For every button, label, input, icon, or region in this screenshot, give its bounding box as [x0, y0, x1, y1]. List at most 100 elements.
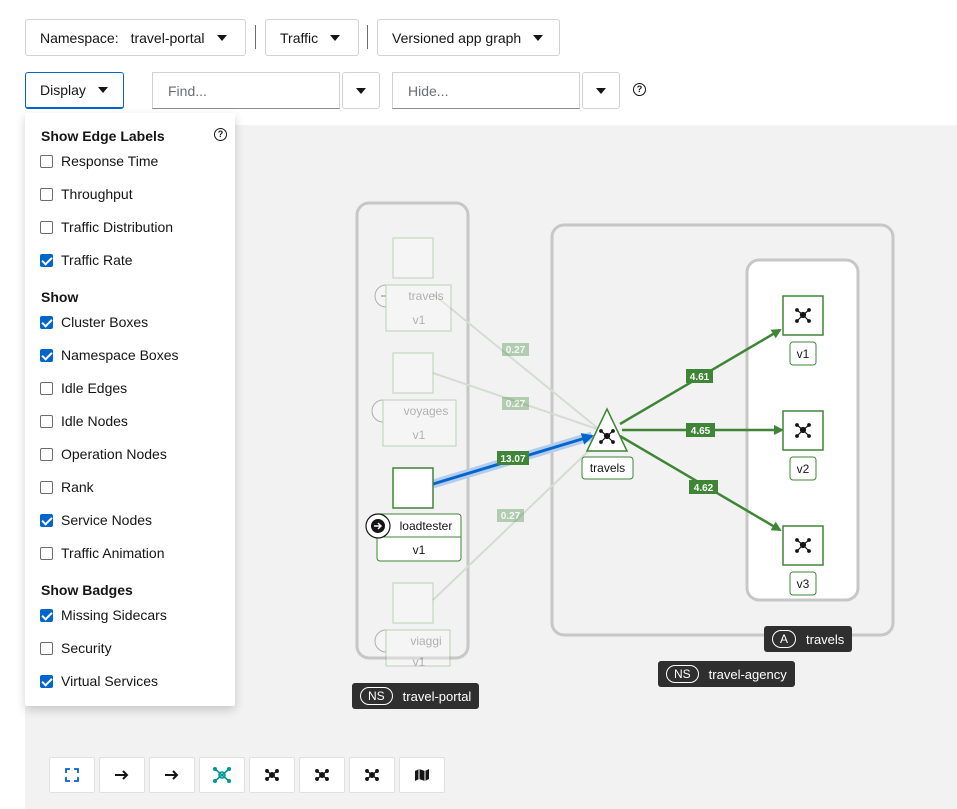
menu-item-label: Rank: [61, 479, 94, 495]
menu-item-namespace-boxes[interactable]: Namespace Boxes: [40, 347, 179, 363]
hide-dropdown-toggle[interactable]: [582, 72, 620, 109]
help-icon[interactable]: ?: [633, 83, 646, 96]
graph-type-dropdown[interactable]: Versioned app graph: [377, 19, 560, 56]
topology-icon: [315, 769, 329, 781]
checkbox[interactable]: [40, 513, 53, 527]
layout-3-button[interactable]: [249, 757, 295, 793]
menu-item-idle-nodes[interactable]: Idle Nodes: [40, 413, 128, 429]
checkbox[interactable]: [40, 608, 53, 622]
svg-text:v1: v1: [413, 313, 426, 327]
checkbox[interactable]: [40, 641, 53, 655]
checkbox[interactable]: [40, 480, 53, 494]
checkbox[interactable]: [40, 315, 53, 329]
svg-text:v1: v1: [413, 543, 426, 557]
checkbox[interactable]: [40, 220, 53, 234]
help-icon[interactable]: ?: [214, 128, 227, 141]
topology-icon: [265, 769, 279, 781]
traffic-label: Traffic: [280, 29, 319, 46]
edge-label-to-v1: 4.61: [686, 369, 713, 383]
checkbox[interactable]: [40, 348, 53, 362]
menu-item-response-time[interactable]: Response Time: [40, 153, 158, 169]
menu-item-label: Traffic Animation: [61, 545, 165, 561]
checkbox[interactable]: [40, 414, 53, 428]
display-label: Display: [40, 82, 86, 98]
namespace-box-label-travel-agency: NS travel-agency: [658, 661, 795, 687]
caret-down-icon: [356, 87, 366, 94]
edge-label-travels-dim: 0.27: [502, 343, 529, 356]
menu-item-cluster-boxes[interactable]: Cluster Boxes: [40, 314, 148, 330]
checkbox[interactable]: [40, 187, 53, 201]
svg-text:voyages: voyages: [404, 404, 449, 418]
menu-item-traffic-rate[interactable]: Traffic Rate: [40, 252, 133, 268]
menu-item-label: Traffic Distribution: [61, 219, 174, 235]
menu-item-missing-sidecars[interactable]: Missing Sidecars: [40, 607, 167, 623]
menu-item-label: Throughput: [61, 186, 133, 202]
graph-type-label: Versioned app graph: [392, 29, 522, 46]
caret-down-icon: [216, 34, 227, 41]
menu-item-idle-edges[interactable]: Idle Edges: [40, 380, 127, 396]
namespace-box-name: travel-portal: [402, 688, 472, 704]
namespace-box-label-travel-portal: NS travel-portal: [352, 683, 480, 709]
svg-text:0.27: 0.27: [506, 345, 526, 356]
layout-1-button[interactable]: [149, 757, 195, 793]
checkbox[interactable]: [40, 674, 53, 688]
fit-to-screen-button[interactable]: [49, 757, 95, 793]
edge-label-viaggi: 0.27: [497, 509, 524, 522]
menu-item-label: Idle Edges: [61, 380, 128, 396]
menu-item-traffic-distribution[interactable]: Traffic Distribution: [40, 219, 173, 235]
svg-text:loadtester: loadtester: [400, 519, 453, 533]
menu-item-label: Missing Sidecars: [61, 607, 167, 623]
display-dropdown[interactable]: Display: [25, 72, 124, 109]
menu-item-label: Security: [61, 640, 112, 656]
menu-item-virtual-services[interactable]: Virtual Services: [40, 673, 158, 689]
svg-text:v1: v1: [413, 655, 426, 669]
checkbox[interactable]: [40, 546, 53, 560]
divider: [367, 25, 368, 49]
svg-text:v1: v1: [413, 428, 426, 442]
svg-text:4.61: 4.61: [690, 372, 710, 383]
divider: [255, 25, 256, 49]
menu-item-traffic-animation[interactable]: Traffic Animation: [40, 545, 165, 561]
checkbox[interactable]: [40, 154, 53, 168]
namespace-badge: NS: [666, 665, 699, 683]
topology-icon: [213, 767, 231, 783]
svg-text:13.07: 13.07: [500, 454, 525, 465]
edge-label-to-v3: 4.62: [689, 480, 718, 494]
namespace-label: Namespace:: [40, 29, 119, 46]
layout-default-button[interactable]: [99, 757, 145, 793]
menu-item-label: Idle Nodes: [61, 413, 128, 429]
layout-4-button[interactable]: [299, 757, 345, 793]
menu-item-label: Traffic Rate: [61, 252, 133, 268]
namespace-badge: NS: [360, 687, 393, 705]
namespace-value: travel-portal: [130, 29, 205, 46]
arrow-right-icon: [165, 770, 179, 780]
svg-text:0.27: 0.27: [506, 399, 526, 410]
svg-text:v2: v2: [797, 462, 810, 476]
menu-item-throughput[interactable]: Throughput: [40, 186, 133, 202]
layout-5-button[interactable]: [349, 757, 395, 793]
namespace-dropdown[interactable]: Namespace: travel-portal: [25, 19, 246, 56]
find-dropdown-toggle[interactable]: [342, 72, 380, 109]
checkbox[interactable]: [40, 381, 53, 395]
menu-group-title: Show: [41, 289, 79, 305]
menu-item-rank[interactable]: Rank: [40, 479, 94, 495]
expand-icon: [65, 768, 79, 782]
menu-item-operation-nodes[interactable]: Operation Nodes: [40, 446, 167, 462]
checkbox[interactable]: [40, 253, 53, 267]
checkbox[interactable]: [40, 447, 53, 461]
display-menu: Show Edge Labels? Response Time Throughput…: [25, 113, 235, 706]
menu-item-security[interactable]: Security: [40, 640, 112, 656]
svg-text:v1: v1: [797, 347, 810, 361]
find-input[interactable]: Find...: [152, 72, 340, 109]
traffic-dropdown[interactable]: Traffic: [265, 19, 359, 56]
svg-text:viaggi: viaggi: [410, 634, 441, 648]
menu-item-service-nodes[interactable]: Service Nodes: [40, 512, 152, 528]
namespace-box-name: travel-agency: [708, 666, 787, 682]
svg-text:4.65: 4.65: [691, 426, 711, 437]
svg-text:4.62: 4.62: [694, 483, 714, 494]
hide-input[interactable]: Hide...: [392, 72, 580, 109]
layout-2-button[interactable]: [199, 757, 245, 793]
arrow-right-icon: [115, 770, 129, 780]
legend-button[interactable]: [399, 757, 445, 793]
map-icon: [415, 769, 429, 781]
